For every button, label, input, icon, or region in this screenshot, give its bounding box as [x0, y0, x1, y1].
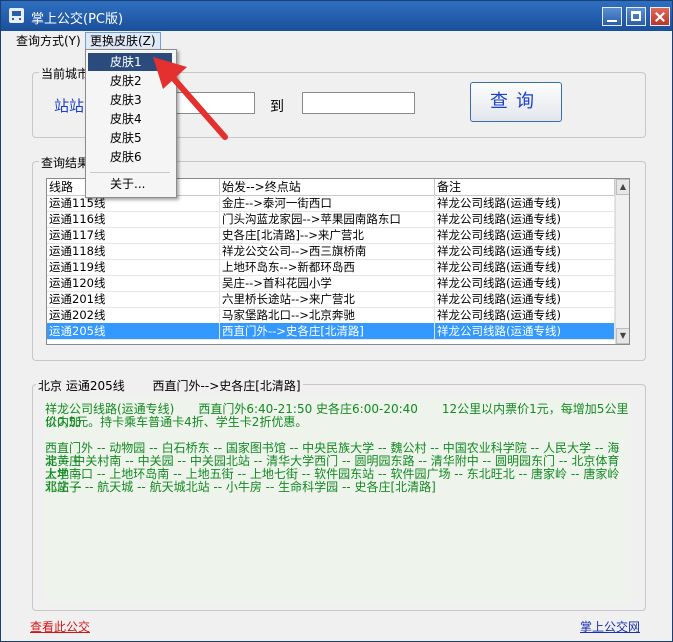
scroll-down-arrow-icon[interactable]: ▼	[616, 328, 629, 344]
menu-query-mode[interactable]: 查询方式(Y)	[12, 33, 85, 50]
table-row[interactable]: 运通120线 吴庄-->首科花园小学 祥龙公司线路(运通专线)	[47, 275, 615, 292]
route-cell: 运通118线	[47, 243, 220, 259]
results-scrollbar[interactable]: ▲ ▼	[615, 179, 629, 344]
notes-cell: 祥龙公司线路(运通专线)	[435, 275, 615, 291]
notes-cell: 祥龙公司线路(运通专线)	[435, 291, 615, 307]
terminals-cell: 马家堡路北口-->北京奔驰	[220, 307, 435, 323]
window-title: 掌上公交(PC版)	[31, 12, 124, 27]
route-cell: 运通119线	[47, 259, 220, 275]
query-button[interactable]: 查询	[470, 82, 562, 122]
table-row[interactable]: 运通119线 上地环岛东-->新都环岛西 祥龙公司线路(运通专线)	[47, 259, 615, 276]
column-header-notes[interactable]: 备注	[435, 179, 615, 195]
route-cell: 运通201线	[47, 291, 220, 307]
table-row[interactable]: 运通116线 门头沟蓝龙家园-->苹果园南路东口 祥龙公司线路(运通专线)	[47, 211, 615, 228]
column-header-terminals[interactable]: 始发-->终点站	[220, 179, 435, 195]
scroll-up-arrow-icon[interactable]: ▲	[616, 179, 629, 195]
route-cell: 运通116线	[47, 211, 220, 227]
notes-cell: 祥龙公司线路(运通专线)	[435, 195, 615, 211]
route-stops-line: 邓庄子 -- 航天城 -- 航天城北站 -- 小牛房 -- 生命科学园 -- 史…	[45, 480, 436, 494]
to-station-input[interactable]	[302, 92, 415, 114]
terminals-cell: 上地环岛东-->新都环岛西	[220, 259, 435, 275]
table-row[interactable]: 运通201线 六里桥长途站-->来广营北 祥龙公司线路(运通专线)	[47, 291, 615, 308]
title-bar[interactable]: 掌上公交(PC版)	[1, 1, 672, 31]
maximize-button[interactable]	[626, 7, 646, 26]
results-group-label: 查询结果	[39, 154, 92, 171]
site-link[interactable]: 掌上公交网	[580, 618, 640, 635]
table-row-selected[interactable]: 运通205线 西直门外-->史各庄[北清路] 祥龙公司线路(运通专线)	[47, 323, 615, 340]
terminals-cell: 吴庄-->首科花园小学	[220, 275, 435, 291]
table-row[interactable]: 运通118线 祥龙公交公司-->西三旗桥南 祥龙公司线路(运通专线)	[47, 243, 615, 260]
notes-cell: 祥龙公司线路(运通专线)	[435, 227, 615, 243]
to-label: 到	[270, 99, 284, 115]
terminals-cell: 六里桥长途站-->来广营北	[220, 291, 435, 307]
minimize-button[interactable]	[602, 7, 622, 26]
terminals-cell: 金庄-->泰河一街西口	[220, 195, 435, 211]
terminals-cell: 西直门外-->史各庄[北清路]	[220, 323, 435, 339]
menu-bar: 查询方式(Y) 更换皮肤(Z)	[1, 31, 672, 51]
route-cell: 运通117线	[47, 227, 220, 243]
about-menu-item[interactable]: 关于...	[88, 175, 172, 193]
view-bus-link[interactable]: 查看此公交	[30, 618, 90, 635]
notes-cell: 祥龙公司线路(运通专线)	[435, 259, 615, 275]
terminals-cell: 史各庄[北清路]-->来广营北	[220, 227, 435, 243]
notes-cell: 祥龙公司线路(运通专线)	[435, 307, 615, 323]
route-detail-text: 祥龙公司线路(运通专线) 西直门外6:40-21:50 史各庄6:00-20:4…	[45, 397, 631, 603]
bus-app-icon	[9, 8, 24, 23]
annotation-arrow-icon	[153, 57, 228, 140]
route-cell: 运通120线	[47, 275, 220, 291]
route-cell: 运通202线	[47, 307, 220, 323]
city-group-label: 当前城市	[39, 65, 92, 82]
detail-group-label: 北京 运通205线 西直门外-->史各庄[北清路]	[36, 377, 303, 394]
results-grid[interactable]: 线路 始发-->终点站 备注 运通115线 金庄-->泰河一街西口 祥龙公司线路…	[46, 178, 630, 345]
notes-cell: 祥龙公司线路(运通专线)	[435, 323, 615, 339]
notes-cell: 祥龙公司线路(运通专线)	[435, 211, 615, 227]
table-row[interactable]: 运通202线 马家堡路北口-->北京奔驰 祥龙公司线路(运通专线)	[47, 307, 615, 324]
notes-cell: 祥龙公司线路(运通专线)	[435, 243, 615, 259]
menu-separator	[90, 172, 170, 173]
route-info-line: 价0.5元。持卡乘车普通卡4折、学生卡2折优惠。	[45, 415, 308, 429]
main-window: 掌上公交(PC版) 查询方式(Y) 更换皮肤(Z) 当前城市 站站 到 查询 查…	[0, 0, 673, 642]
skin-6-menu-item[interactable]: 皮肤6	[88, 148, 172, 166]
terminals-cell: 门头沟蓝龙家园-->苹果园南路东口	[220, 211, 435, 227]
station-label: 站站	[54, 97, 85, 115]
table-row[interactable]: 运通117线 史各庄[北清路]-->来广营北 祥龙公司线路(运通专线)	[47, 227, 615, 244]
route-cell: 运通205线	[47, 323, 220, 339]
close-button[interactable]	[650, 7, 670, 26]
terminals-cell: 祥龙公交公司-->西三旗桥南	[220, 243, 435, 259]
